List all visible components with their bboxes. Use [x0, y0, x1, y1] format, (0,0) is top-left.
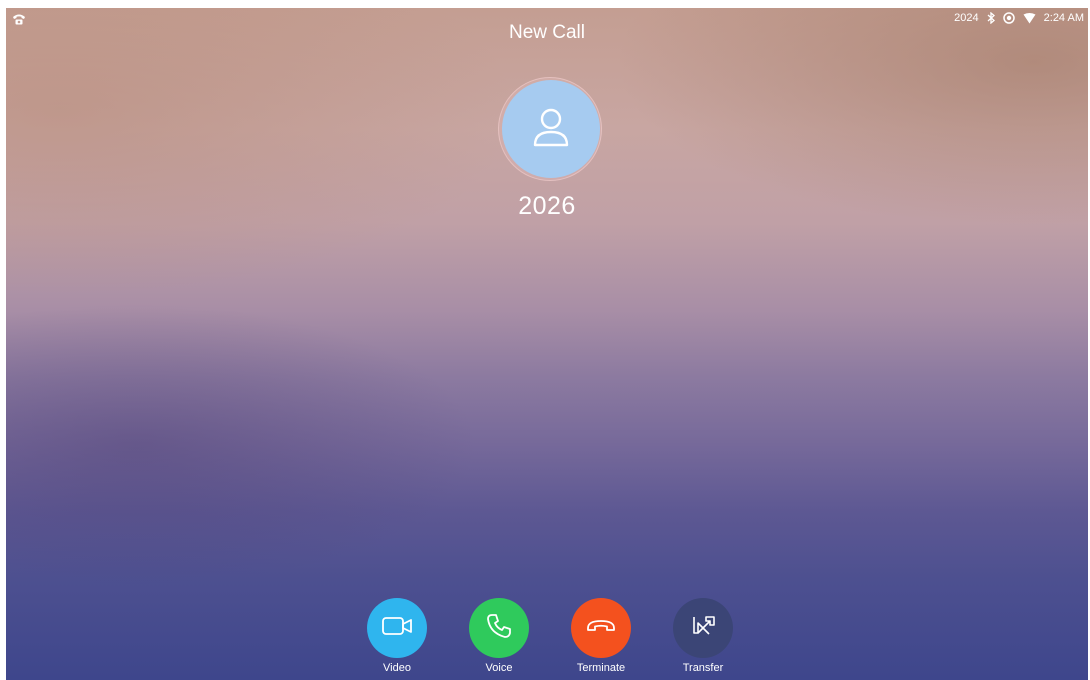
transfer-button[interactable] — [673, 598, 733, 658]
caller-number: 2026 — [518, 192, 576, 220]
voice-label: Voice — [485, 662, 513, 674]
avatar — [502, 80, 600, 178]
video-button[interactable] — [367, 598, 427, 658]
transfer-label: Transfer — [682, 662, 724, 674]
phone-handset-icon — [485, 612, 513, 645]
terminate-label: Terminate — [576, 662, 626, 674]
hang-up-icon — [585, 616, 617, 641]
person-icon — [527, 103, 575, 156]
transfer-icon — [689, 612, 717, 645]
transfer-action: Transfer — [663, 598, 743, 674]
terminate-action: Terminate — [561, 598, 641, 674]
video-action: Video — [357, 598, 437, 674]
video-camera-icon — [380, 613, 414, 644]
voice-button[interactable] — [469, 598, 529, 658]
call-title: New Call — [508, 22, 586, 43]
voice-action: Voice — [459, 598, 539, 674]
video-label: Video — [383, 662, 411, 674]
terminate-button[interactable] — [571, 598, 631, 658]
call-screen: 2024 2:24 AM New Call 2026 Video Voice T… — [6, 8, 1088, 680]
